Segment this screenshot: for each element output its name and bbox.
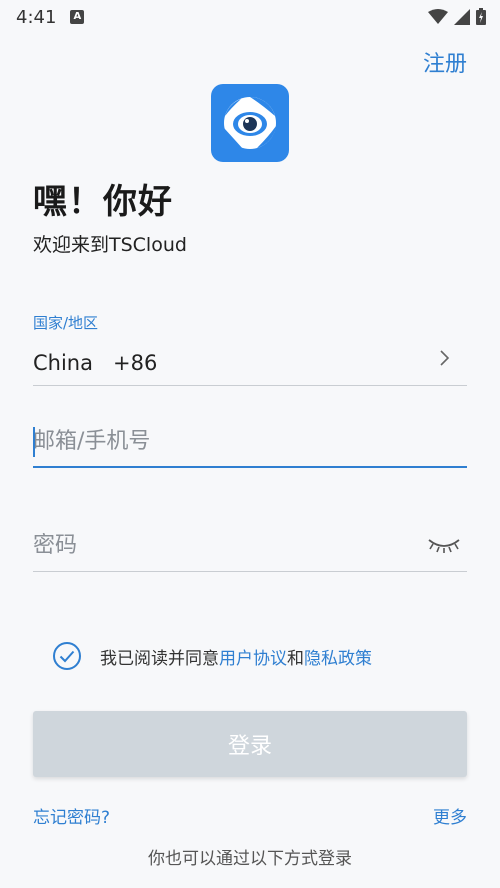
text-cursor [33, 427, 35, 457]
more-link[interactable]: 更多 [433, 803, 467, 828]
password-field-row [33, 520, 467, 572]
country-label: 国家/地区 [33, 314, 99, 332]
phone-email-input[interactable] [33, 428, 467, 454]
app-logo [211, 84, 289, 162]
privacy-policy-link[interactable]: 隐私政策 [304, 649, 372, 669]
login-button[interactable]: 登录 [33, 711, 467, 777]
status-bar: 4:41 A [0, 0, 500, 34]
alternative-login-text: 你也可以通过以下方式登录 [148, 849, 352, 869]
agreement-checkbox[interactable] [52, 641, 82, 671]
eye-lens-icon [224, 97, 276, 149]
a-icon: A [70, 10, 85, 24]
agreement-prefix: 我已阅读并同意 [100, 648, 219, 669]
welcome-subtitle: 欢迎来到TSCloud [33, 234, 187, 256]
agreement-row: 我已阅读并同意用户协议和隐私政策 [52, 640, 372, 672]
country-name: China [33, 350, 93, 375]
greeting-title: 嘿！你好 [33, 182, 173, 222]
phone-email-field-row [33, 416, 467, 468]
country-code: +86 [113, 350, 158, 375]
register-link[interactable]: 注册 [423, 46, 467, 78]
agreement-text: 我已阅读并同意用户协议和隐私政策 [100, 644, 372, 669]
battery-icon [476, 8, 486, 25]
eye-closed-icon[interactable] [427, 536, 461, 554]
chevron-right-icon [440, 350, 450, 366]
country-selector[interactable]: China +86 [33, 340, 467, 386]
status-time: 4:41 [16, 6, 57, 28]
password-input[interactable] [33, 533, 467, 558]
wifi-icon [428, 8, 448, 24]
forgot-password-link[interactable]: 忘记密码? [33, 803, 110, 828]
signal-icon [454, 8, 470, 25]
status-icons [428, 8, 486, 25]
user-agreement-link[interactable]: 用户协议 [219, 649, 287, 669]
agreement-and: 和 [287, 648, 304, 669]
